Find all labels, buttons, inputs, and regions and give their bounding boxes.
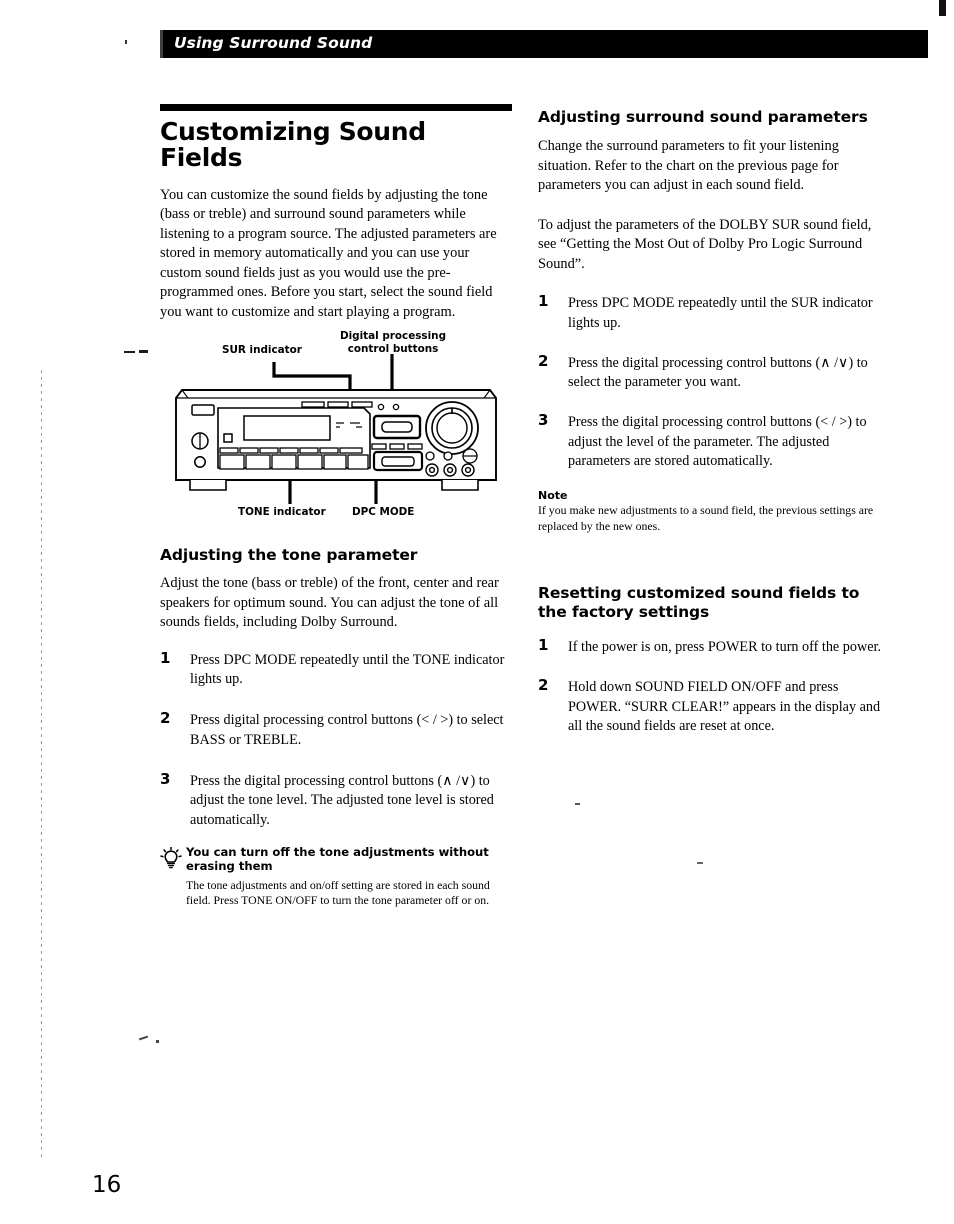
right-column: Adjusting surround sound parameters Chan… xyxy=(538,108,886,751)
note-block: Note If you make new adjustments to a so… xyxy=(538,489,886,534)
step-text: Press the digital processing control but… xyxy=(190,772,494,828)
step-number: 2 xyxy=(538,676,549,695)
scan-artifact-speck xyxy=(697,862,703,864)
tone-step-3: 3 Press the digital processing control b… xyxy=(160,769,512,830)
step-text: Press DPC MODE repeatedly until the SUR … xyxy=(568,295,873,331)
header-left-tick xyxy=(160,30,163,58)
scan-artifact-speck xyxy=(138,1035,149,1041)
step-text: Press digital processing control buttons… xyxy=(190,712,504,748)
step-number: 1 xyxy=(538,635,549,654)
scan-artifact-speck xyxy=(125,40,127,44)
reset-step-1: 1 If the power is on, press POWER to tur… xyxy=(538,635,886,657)
scan-artifact-speck xyxy=(156,1040,159,1043)
tone-section-intro: Adjust the tone (bass or treble) of the … xyxy=(160,575,499,631)
surround-step-2: 2 Press the digital processing control b… xyxy=(538,351,886,393)
tone-step-2: 2 Press digital processing control butto… xyxy=(160,709,512,750)
tip-title: You can turn off the tone adjustments wi… xyxy=(186,844,489,874)
left-column-lower: Adjusting the tone parameter Adjust the … xyxy=(160,546,512,909)
note-body: If you make new adjustments to a sound f… xyxy=(538,503,874,533)
step-number: 3 xyxy=(538,411,549,430)
tone-section-heading: Adjusting the tone parameter xyxy=(160,546,418,564)
page-title: Customizing Sound Fields xyxy=(160,117,426,173)
section-title: Using Surround Sound xyxy=(174,34,373,52)
scan-artifact-margin-dash xyxy=(139,350,148,353)
scan-artifact-corner-mark xyxy=(939,0,946,16)
reset-step-2: 2 Hold down SOUND FIELD ON/OFF and press… xyxy=(538,676,886,736)
page-number: 16 xyxy=(92,1172,122,1198)
surround-paragraph-2: To adjust the parameters of the DOLBY SU… xyxy=(538,216,872,272)
note-title: Note xyxy=(538,489,568,503)
receiver-front-panel-illustration xyxy=(175,354,497,504)
step-number: 3 xyxy=(160,769,171,788)
scan-artifact-speck xyxy=(575,803,580,805)
surround-paragraph-1: Change the surround parameters to fit yo… xyxy=(538,138,839,194)
receiver-figure: SUR indicator Digital processing control… xyxy=(160,328,512,528)
reset-section-heading: Resetting customized sound fields to the… xyxy=(538,584,860,622)
tip-body: The tone adjustments and on/off setting … xyxy=(186,877,490,908)
step-text: Hold down SOUND FIELD ON/OFF and press P… xyxy=(568,679,881,734)
step-text: Press the digital processing control but… xyxy=(568,414,867,470)
step-text: Press the digital processing control but… xyxy=(568,354,868,391)
step-number: 2 xyxy=(160,709,171,728)
step-number: 1 xyxy=(160,648,171,667)
section-header-band: Using Surround Sound xyxy=(160,30,928,58)
heading-rule xyxy=(160,104,512,111)
intro-paragraph: You can customize the sound fields by ad… xyxy=(160,186,497,320)
step-number: 1 xyxy=(538,292,549,311)
step-text: If the power is on, press POWER to turn … xyxy=(568,638,881,655)
surround-section-heading: Adjusting surround sound parameters xyxy=(538,108,868,126)
scan-artifact-edge-line xyxy=(41,370,42,1160)
scan-artifact-margin-dash xyxy=(124,351,135,353)
lightbulb-icon xyxy=(160,846,182,869)
tip-block: You can turn off the tone adjustments wi… xyxy=(160,845,512,909)
step-text: Press DPC MODE repeatedly until the TONE… xyxy=(190,651,505,688)
surround-step-3: 3 Press the digital processing control b… xyxy=(538,411,886,471)
left-column: Customizing Sound Fields You can customi… xyxy=(160,104,512,336)
tone-step-1: 1 Press DPC MODE repeatedly until the TO… xyxy=(160,648,512,690)
step-number: 2 xyxy=(538,351,549,370)
surround-step-1: 1 Press DPC MODE repeatedly until the SU… xyxy=(538,292,886,333)
